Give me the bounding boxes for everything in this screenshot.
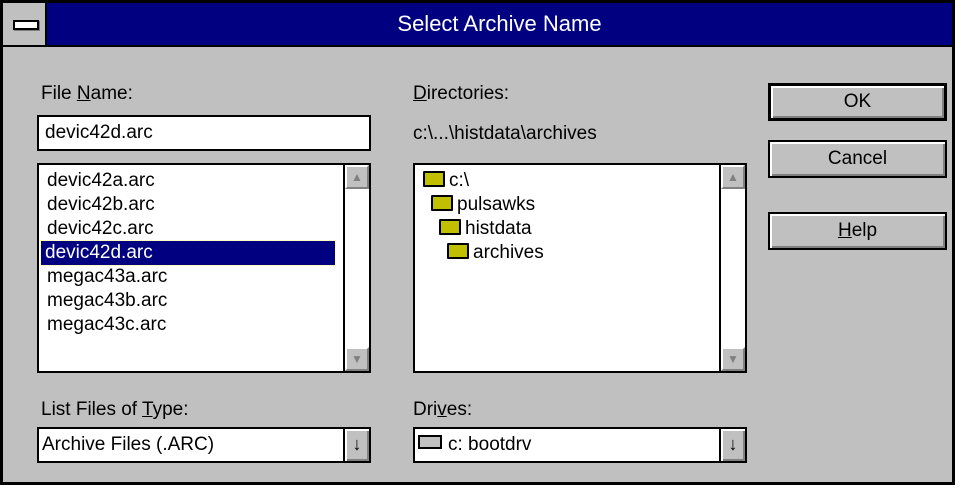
directory-item[interactable]: c:\ <box>419 169 473 193</box>
file-list-item[interactable]: megac43b.arc <box>43 289 171 313</box>
open-folder-icon <box>447 243 469 259</box>
file-name-value: devic42d.arc <box>45 122 153 143</box>
file-name-label: File Name: <box>41 83 133 104</box>
select-archive-dialog: Select Archive Name File Name: devic42d.… <box>0 0 955 485</box>
directories-label: Directories: <box>413 83 510 104</box>
directory-item[interactable]: histdata <box>435 217 536 241</box>
title-bar: Select Archive Name <box>3 3 952 47</box>
drive-icon <box>418 435 442 449</box>
window-title: Select Archive Name <box>397 11 602 36</box>
drives-dropdown[interactable]: c: bootdrv ↓ <box>413 427 747 463</box>
down-arrow-icon[interactable]: ▼ <box>721 347 745 371</box>
file-type-label: List Files of Type: <box>41 399 189 420</box>
open-folder-icon <box>431 195 453 211</box>
directory-item-label: pulsawks <box>457 194 536 215</box>
up-arrow-icon[interactable]: ▲ <box>721 165 745 189</box>
file-list-item[interactable]: devic42d.arc <box>40 240 336 266</box>
help-button[interactable]: Help <box>768 212 947 250</box>
file-list-item[interactable]: devic42c.arc <box>43 217 158 241</box>
directory-item[interactable]: archives <box>443 241 548 265</box>
directory-item-label: archives <box>473 242 544 263</box>
file-list[interactable]: devic42a.arc devic42b.arc devic42c.arc devi… <box>37 163 371 373</box>
file-list-item[interactable]: devic42a.arc <box>43 169 159 193</box>
directory-list[interactable]: c:\ pulsawks histdata archives ▲ ▼ <box>413 163 747 373</box>
file-list-item[interactable]: devic42b.arc <box>43 193 159 217</box>
directory-list-scrollbar[interactable]: ▲ ▼ <box>719 165 745 371</box>
file-name-input[interactable]: devic42d.arc <box>37 115 371 151</box>
file-type-dropdown[interactable]: Archive Files (.ARC) ↓ <box>37 427 371 463</box>
file-list-item[interactable]: megac43a.arc <box>43 265 171 289</box>
system-menu-button[interactable] <box>3 3 47 45</box>
directory-item[interactable]: pulsawks <box>427 193 539 217</box>
up-arrow-icon[interactable]: ▲ <box>345 165 369 189</box>
down-arrow-icon[interactable]: ↓ <box>719 429 745 461</box>
directory-item-label: histdata <box>465 218 532 239</box>
drives-label: Drives: <box>413 399 473 420</box>
open-folder-icon <box>423 171 445 187</box>
drives-value: c: bootdrv <box>448 434 532 455</box>
file-type-value: Archive Files (.ARC) <box>42 434 215 455</box>
directory-item-label: c:\ <box>449 170 470 191</box>
cancel-button[interactable]: Cancel <box>768 140 947 178</box>
file-list-scrollbar[interactable]: ▲ ▼ <box>343 165 369 371</box>
ok-button[interactable]: OK <box>768 83 947 121</box>
down-arrow-icon[interactable]: ▼ <box>345 347 369 371</box>
file-list-item[interactable]: megac43c.arc <box>43 313 170 337</box>
down-arrow-icon[interactable]: ↓ <box>343 429 369 461</box>
open-folder-icon <box>439 219 461 235</box>
current-directory-path: c:\...\histdata\archives <box>413 123 597 144</box>
system-menu-icon <box>13 20 39 30</box>
